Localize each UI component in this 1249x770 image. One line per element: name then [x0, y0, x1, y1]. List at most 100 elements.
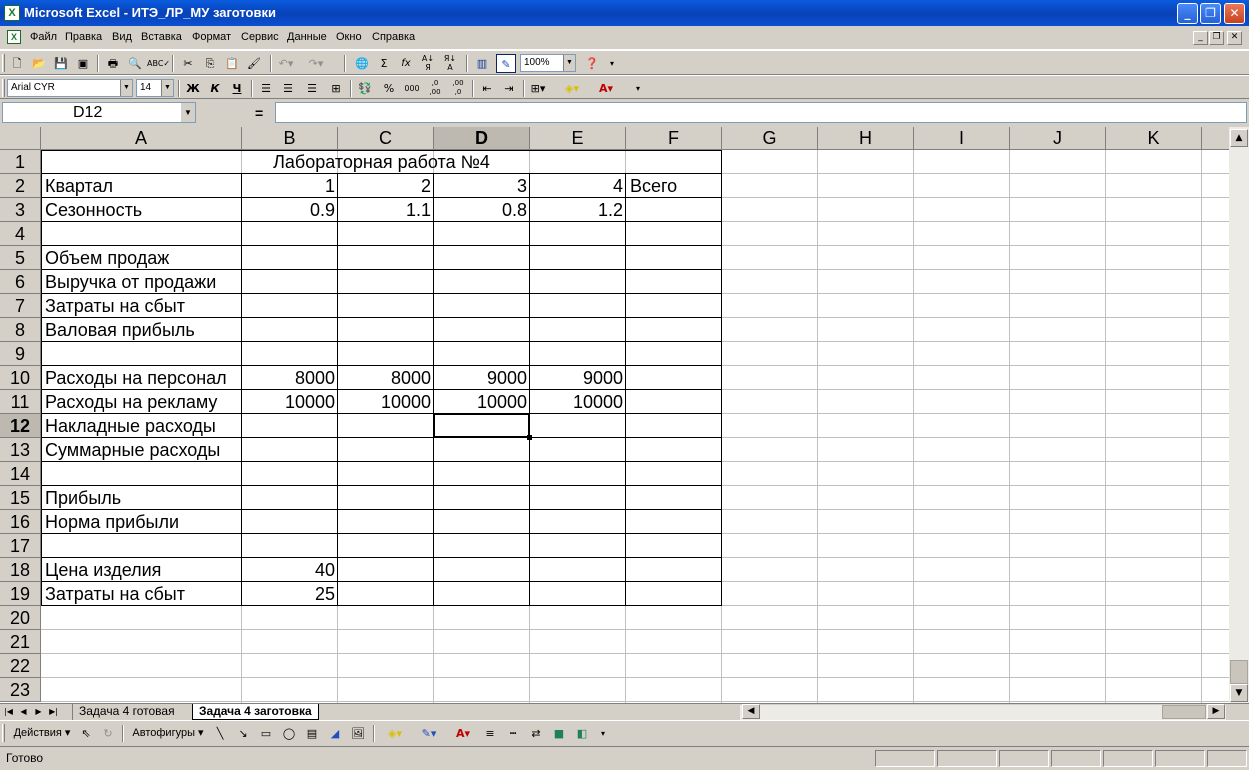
sheet-tab-draft[interactable]: Задача 4 заготовка — [192, 704, 319, 720]
doc-minimize-button[interactable]: _ — [1193, 31, 1208, 45]
workbook-icon[interactable]: X — [7, 30, 21, 44]
row-header-8[interactable]: 8 — [0, 318, 41, 342]
format-painter-icon[interactable]: 🖌 — [244, 54, 264, 73]
font-color-icon[interactable]: A▾ — [596, 79, 616, 98]
row-header-12[interactable]: 12 — [0, 414, 41, 438]
sort-ascending-icon[interactable]: А↓ Я — [418, 54, 438, 73]
column-header-e[interactable]: E — [530, 127, 626, 150]
row-header-4[interactable]: 4 — [0, 222, 41, 246]
decrease-indent-icon[interactable]: ⇤ — [477, 79, 497, 98]
row-header-23[interactable]: 23 — [0, 678, 41, 702]
percent-button[interactable]: % — [379, 79, 399, 98]
advertising-value[interactable]: 10000 — [434, 390, 529, 414]
horizontal-scrollbar[interactable]: ◀ ▶ — [740, 704, 1226, 720]
clipart-icon[interactable]: 🖼 — [348, 724, 368, 743]
drawing-icon[interactable]: ✎ — [496, 54, 516, 73]
scroll-left-icon[interactable]: ◀ — [742, 704, 760, 719]
select-all-corner[interactable] — [0, 127, 41, 150]
line-color-icon[interactable]: ✎▾ — [414, 724, 444, 743]
arrow-icon[interactable]: ↘ — [233, 724, 253, 743]
function-icon[interactable]: fx — [396, 54, 416, 73]
column-header-j[interactable]: J — [1010, 127, 1106, 150]
menu-tools[interactable]: Сервис — [241, 31, 279, 43]
align-right-icon[interactable]: ☰ — [302, 79, 322, 98]
toolbar-options-icon[interactable]: ▾ — [602, 54, 622, 73]
row-label[interactable]: Цена изделия — [41, 558, 161, 582]
horizontal-scroll-thumb[interactable] — [1162, 705, 1206, 719]
row-header-6[interactable]: 6 — [0, 270, 41, 294]
chevron-down-icon[interactable]: ▼ — [161, 80, 173, 96]
row-label[interactable]: Расходы на персонал — [41, 366, 227, 390]
cell-number[interactable]: 2 — [338, 174, 433, 198]
fill-color-icon[interactable]: ◈▾ — [380, 724, 410, 743]
cell-number[interactable]: 0.8 — [434, 198, 529, 222]
row-header-1[interactable]: 1 — [0, 150, 41, 174]
fill-handle[interactable] — [527, 435, 532, 440]
price-value[interactable]: 40 — [242, 558, 337, 582]
row-label[interactable]: Выручка от продажи — [41, 270, 216, 294]
rectangle-icon[interactable]: ▭ — [256, 724, 276, 743]
personnel-value[interactable]: 9000 — [434, 366, 529, 390]
toolbar-grip[interactable] — [2, 724, 5, 742]
arrow-style-icon[interactable]: ⇄ — [526, 724, 546, 743]
decrease-decimal-button[interactable]: ,00 ,0 — [448, 79, 468, 98]
line-style-icon[interactable]: ≡ — [480, 724, 500, 743]
row-header-3[interactable]: 3 — [0, 198, 41, 222]
row-label[interactable]: Прибыль — [41, 486, 121, 510]
formula-input[interactable] — [275, 102, 1247, 123]
cell-number[interactable]: 0.9 — [242, 198, 337, 222]
column-header-partial[interactable] — [1202, 127, 1229, 150]
autosum-icon[interactable]: Σ — [374, 54, 394, 73]
font-name-select[interactable]: Arial CYR ▼ — [7, 79, 133, 97]
column-header-c[interactable]: C — [338, 127, 434, 150]
print-preview-icon[interactable]: 🔍 — [125, 54, 145, 73]
row-header-14[interactable]: 14 — [0, 462, 41, 486]
doc-restore-button[interactable]: ❐ — [1209, 31, 1224, 45]
row-header-22[interactable]: 22 — [0, 654, 41, 678]
row-header-2[interactable]: 2 — [0, 174, 41, 198]
toolbar-grip[interactable] — [2, 79, 5, 97]
toolbar-grip[interactable] — [2, 54, 5, 72]
prev-sheet-icon[interactable]: ◀ — [18, 705, 29, 719]
row-header-9[interactable]: 9 — [0, 342, 41, 366]
column-header-h[interactable]: H — [818, 127, 914, 150]
close-button[interactable]: ✕ — [1224, 3, 1245, 24]
sales-cost-value[interactable]: 25 — [242, 582, 337, 606]
paste-icon[interactable]: 📋 — [222, 54, 242, 73]
permission-icon[interactable]: ▣ — [73, 54, 93, 73]
textbox-icon[interactable]: ▤ — [302, 724, 322, 743]
total-label[interactable]: Всего — [626, 174, 677, 198]
thousands-button[interactable]: 000 — [402, 79, 422, 98]
underline-button[interactable]: Ч — [227, 79, 247, 98]
menu-insert[interactable]: Вставка — [141, 31, 182, 43]
row-header-20[interactable]: 20 — [0, 606, 41, 630]
open-icon[interactable]: 📂 — [29, 54, 49, 73]
shadow-icon[interactable]: ■ — [549, 724, 569, 743]
row-header-5[interactable]: 5 — [0, 246, 41, 270]
chevron-down-icon[interactable]: ▼ — [120, 80, 132, 96]
menu-window[interactable]: Окно — [336, 31, 362, 43]
sheet-tab-ready[interactable]: Задача 4 готовая — [72, 704, 181, 720]
menu-help[interactable]: Справка — [372, 31, 415, 43]
row-label[interactable]: Валовая прибыль — [41, 318, 195, 342]
spreadsheet-grid[interactable]: A B C D E F G H I J K 1 2 3 4 5 6 7 8 9 10 11 12 13 14 15 16 17 18 19… — [0, 127, 1229, 703]
vertical-scrollbar[interactable]: ▲ ▼ — [1229, 127, 1249, 703]
help-icon[interactable]: ❓ — [582, 54, 602, 73]
merge-center-icon[interactable]: ⊞ — [326, 79, 346, 98]
cell-number[interactable]: 1.2 — [530, 198, 625, 222]
chevron-down-icon[interactable]: ▼ — [563, 55, 575, 71]
font-size-select[interactable]: 14 ▼ — [136, 79, 174, 97]
row-label[interactable]: Объем продаж — [41, 246, 169, 270]
undo-icon[interactable]: ↶▾ — [276, 54, 296, 73]
line-icon[interactable]: ╲ — [210, 724, 230, 743]
zoom-select[interactable]: 100% ▼ — [520, 54, 576, 72]
name-box[interactable]: D12 ▼ — [2, 102, 196, 123]
cut-icon[interactable]: ✂ — [178, 54, 198, 73]
row-header-13[interactable]: 13 — [0, 438, 41, 462]
scroll-right-icon[interactable]: ▶ — [1207, 704, 1225, 719]
wordart-icon[interactable]: ◢ — [325, 724, 345, 743]
row-label[interactable]: Норма прибыли — [41, 510, 179, 534]
advertising-value[interactable]: 10000 — [242, 390, 337, 414]
increase-indent-icon[interactable]: ⇥ — [499, 79, 519, 98]
row-label[interactable]: Суммарные расходы — [41, 438, 220, 462]
